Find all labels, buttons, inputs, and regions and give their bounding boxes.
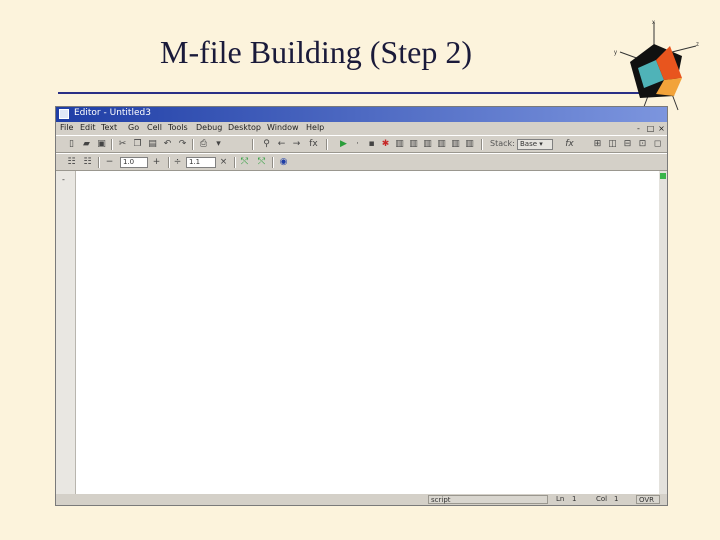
matlab-logo-icon: x y z bbox=[614, 20, 699, 113]
cut-icon[interactable]: ✂ bbox=[117, 139, 128, 150]
close-button[interactable]: × bbox=[657, 124, 666, 133]
menu-edit[interactable]: Edit bbox=[80, 123, 96, 132]
step-extra-icon[interactable]: ▥ bbox=[464, 139, 475, 150]
slide-title: M-file Building (Step 2) bbox=[160, 34, 472, 70]
cell-mode-icon[interactable]: ☷ bbox=[66, 157, 77, 168]
toolbar-separator bbox=[252, 139, 254, 150]
split-vertical-icon[interactable]: ⊟ bbox=[622, 139, 633, 150]
new-file-icon[interactable]: ▯ bbox=[66, 139, 77, 150]
menu-debug[interactable]: Debug bbox=[196, 123, 222, 132]
status-col-value: 1 bbox=[614, 495, 619, 503]
print-icon[interactable]: ⎙ bbox=[198, 139, 209, 150]
status-ln-value: 1 bbox=[572, 495, 577, 503]
save-icon[interactable]: ▣ bbox=[96, 139, 107, 150]
float-icon[interactable]: ⊡ bbox=[637, 139, 648, 150]
menu-bar: File Edit Text Go Cell Tools Debug Deskt… bbox=[56, 122, 667, 135]
step-out-icon[interactable]: ▥ bbox=[422, 139, 433, 150]
editor-window: Editor - Untitled3 File Edit Text Go Cel… bbox=[55, 106, 668, 506]
editor-app-icon bbox=[59, 109, 69, 119]
menu-window[interactable]: Window bbox=[267, 123, 299, 132]
evaluate-advance-icon[interactable]: ⤲ bbox=[256, 157, 267, 168]
menu-file[interactable]: File bbox=[60, 123, 73, 132]
stack-label: Stack: bbox=[490, 139, 515, 148]
menu-go[interactable]: Go bbox=[128, 123, 139, 132]
run-icon[interactable]: ▶ bbox=[338, 139, 349, 150]
stack-value: Base bbox=[520, 140, 538, 148]
status-ovr: OVR bbox=[636, 495, 660, 504]
redo-icon[interactable]: ↷ bbox=[177, 139, 188, 150]
divide-value-input[interactable]: 1.1 bbox=[186, 157, 216, 168]
tile-icon[interactable]: ⊞ bbox=[592, 139, 603, 150]
toolbar-separator bbox=[326, 139, 328, 150]
toolbar-separator bbox=[272, 157, 274, 168]
minimize-button[interactable]: - bbox=[634, 124, 643, 133]
menu-desktop[interactable]: Desktop bbox=[228, 123, 261, 132]
cell-toolbar: ☷ ☷ − 1.0 + ÷ 1.1 × ⤲ ⤲ ◉ bbox=[56, 153, 667, 171]
toolbar-separator bbox=[481, 139, 483, 150]
evaluate-cell-icon[interactable]: ☷ bbox=[82, 157, 93, 168]
breakpoint-icon[interactable]: ▪ bbox=[366, 139, 377, 150]
forward-icon[interactable]: → bbox=[291, 139, 302, 150]
paste-icon[interactable]: ▤ bbox=[147, 139, 158, 150]
exit-debug-icon[interactable]: ▥ bbox=[450, 139, 461, 150]
find-icon[interactable]: ⚲ bbox=[261, 139, 272, 150]
fx-icon[interactable]: fx bbox=[564, 139, 575, 150]
run-dropdown-icon[interactable]: · bbox=[352, 139, 363, 150]
step-icon[interactable]: ▥ bbox=[394, 139, 405, 150]
print-dropdown-icon[interactable]: ▾ bbox=[213, 139, 224, 150]
menu-tools[interactable]: Tools bbox=[168, 123, 188, 132]
toolbar-separator bbox=[192, 139, 194, 150]
code-analyzer-indicator bbox=[660, 173, 666, 179]
status-mode: script bbox=[428, 495, 548, 504]
toolbar-separator bbox=[168, 157, 170, 168]
status-ln-label: Ln bbox=[556, 495, 565, 503]
menu-cell[interactable]: Cell bbox=[147, 123, 162, 132]
vertical-scrollbar[interactable] bbox=[659, 171, 667, 494]
status-col-label: Col bbox=[596, 495, 608, 503]
svg-text:x: x bbox=[652, 20, 655, 26]
undo-icon[interactable]: ↶ bbox=[162, 139, 173, 150]
menu-help[interactable]: Help bbox=[306, 123, 324, 132]
increment-button[interactable]: + bbox=[151, 157, 162, 168]
title-underline bbox=[58, 92, 658, 94]
step-in-icon[interactable]: ▥ bbox=[408, 139, 419, 150]
open-folder-icon[interactable]: ▰ bbox=[81, 139, 92, 150]
function-icon[interactable]: fx bbox=[308, 139, 319, 150]
line-number-gutter: - bbox=[56, 171, 76, 494]
status-bar: script Ln 1 Col 1 OVR bbox=[56, 494, 667, 505]
toolbar-separator bbox=[98, 157, 100, 168]
decrement-button[interactable]: − bbox=[104, 157, 115, 168]
back-icon[interactable]: ← bbox=[276, 139, 287, 150]
dock-icon[interactable]: ◻ bbox=[652, 139, 663, 150]
multiply-button[interactable]: × bbox=[218, 157, 229, 168]
decrement-value-input[interactable]: 1.0 bbox=[120, 157, 148, 168]
svg-text:z: z bbox=[696, 42, 699, 48]
code-editor-area[interactable] bbox=[76, 171, 659, 494]
stack-select[interactable]: Base ▾ bbox=[517, 139, 553, 150]
svg-text:y: y bbox=[614, 50, 617, 56]
divide-button[interactable]: ÷ bbox=[172, 157, 183, 168]
toolbar-separator bbox=[111, 139, 113, 150]
line-marker: - bbox=[62, 175, 65, 184]
split-horizontal-icon[interactable]: ◫ bbox=[607, 139, 618, 150]
window-title: Editor - Untitled3 bbox=[74, 108, 151, 118]
menu-text[interactable]: Text bbox=[101, 123, 117, 132]
evaluate-icon[interactable]: ⤲ bbox=[239, 157, 250, 168]
main-toolbar: ▯ ▰ ▣ ✂ ❐ ▤ ↶ ↷ ⎙ ▾ ⚲ ← → fx ▶ · ▪ ✱ ▥ ▥… bbox=[56, 135, 667, 153]
continue-icon[interactable]: ▥ bbox=[436, 139, 447, 150]
toolbar-separator bbox=[234, 157, 236, 168]
restore-button[interactable]: □ bbox=[646, 124, 655, 133]
publish-icon[interactable]: ◉ bbox=[278, 157, 289, 168]
clear-breakpoints-icon[interactable]: ✱ bbox=[380, 139, 391, 150]
window-titlebar[interactable]: Editor - Untitled3 bbox=[56, 107, 667, 122]
copy-icon[interactable]: ❐ bbox=[132, 139, 143, 150]
